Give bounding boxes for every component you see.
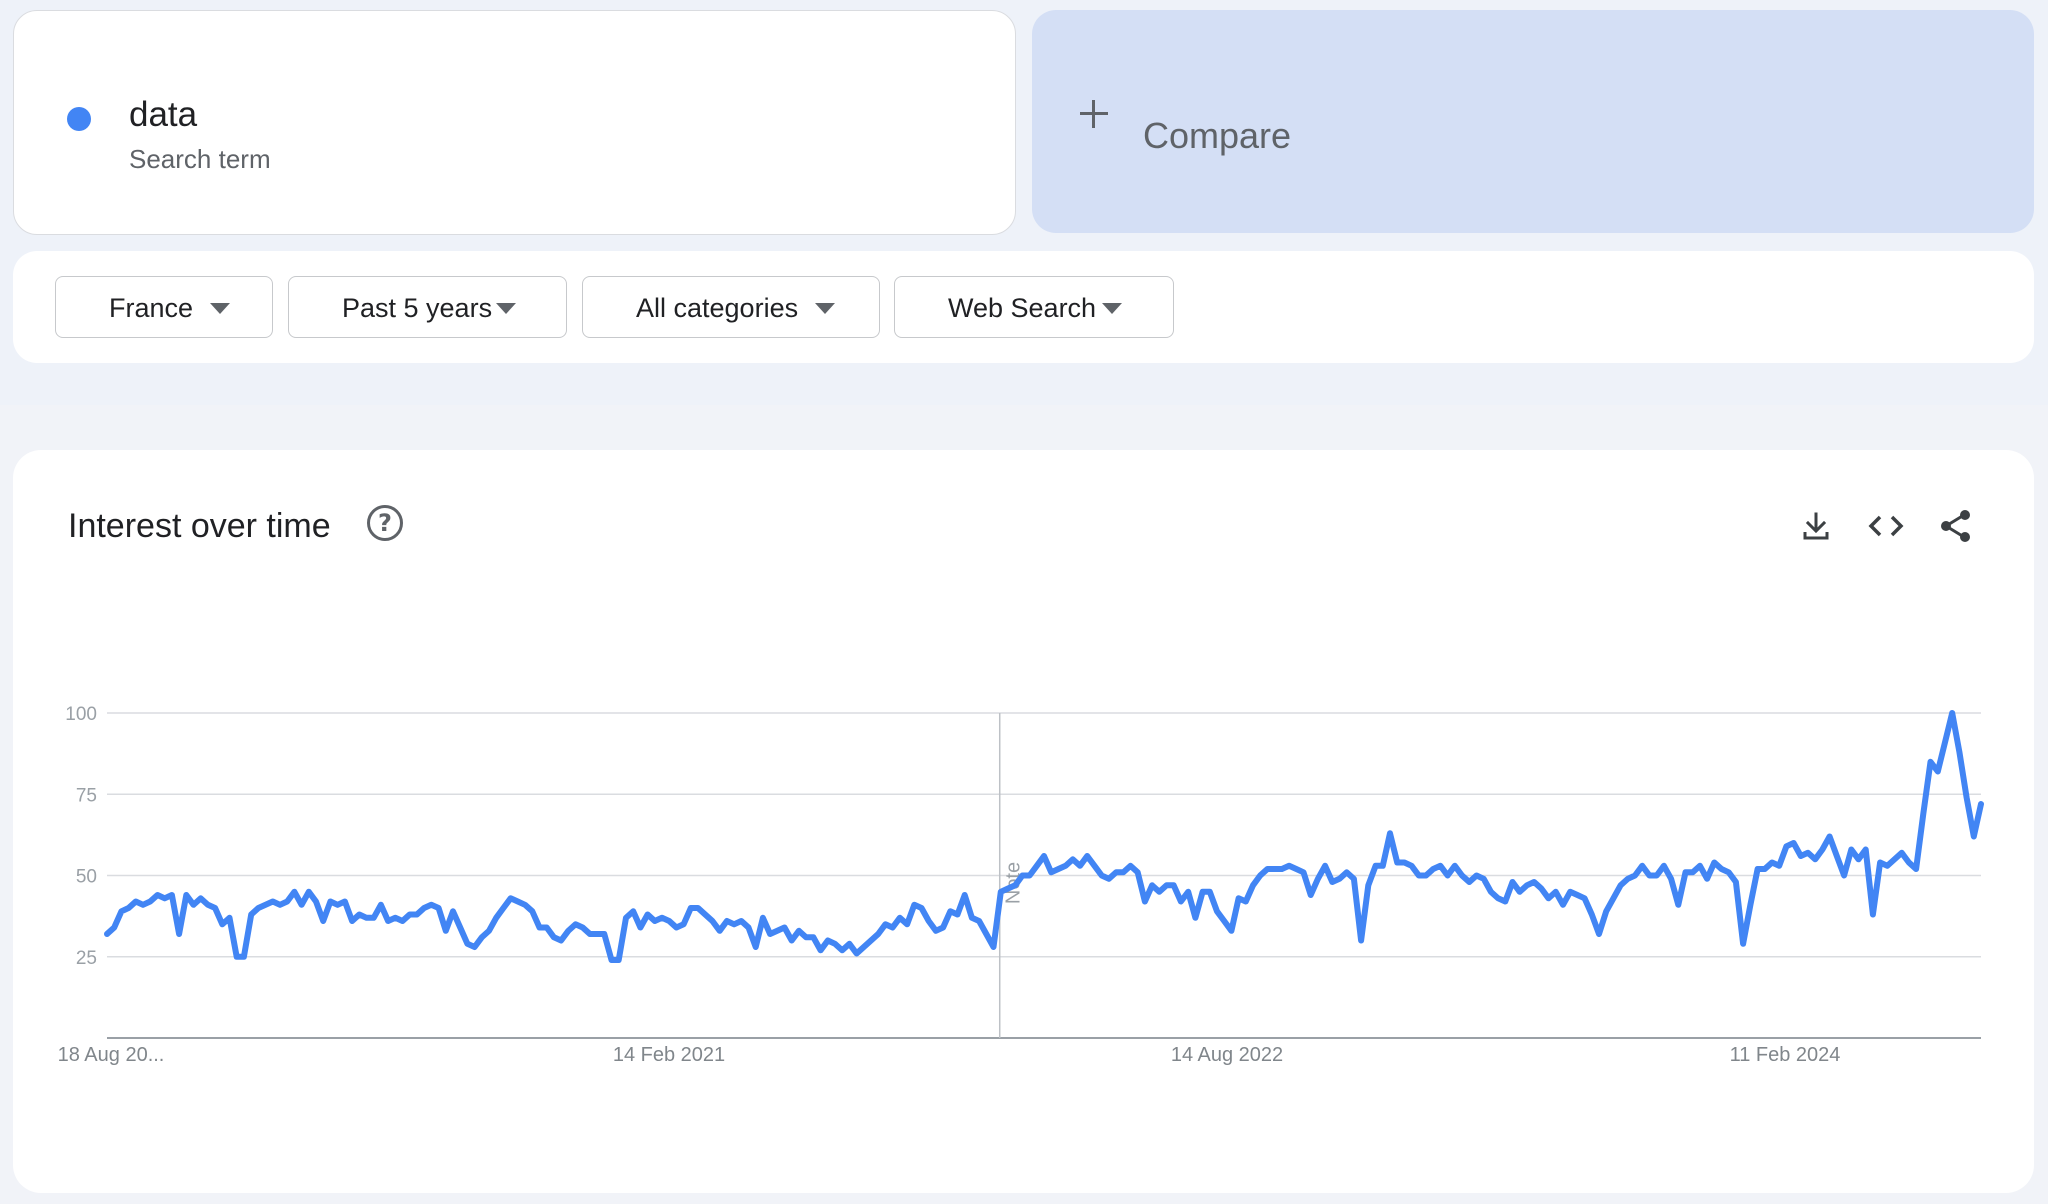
y-tick-label: 50 (76, 867, 97, 888)
x-tick-label: 14 Feb 2021 (613, 1044, 725, 1066)
interest-line-chart: 255075100Note18 Aug 20... 14 Feb 2021 14 A… (58, 704, 1984, 1066)
x-tick-label: 14 Aug 2022 (1171, 1044, 1283, 1066)
y-tick-label: 100 (65, 704, 97, 725)
y-tick-label: 75 (76, 785, 97, 806)
y-tick-label: 25 (76, 948, 97, 969)
x-tick-label: 18 Aug 20... (58, 1044, 165, 1066)
interest-series-line (104, 710, 1984, 963)
x-tick-label: 11 Feb 2024 (1730, 1044, 1841, 1066)
